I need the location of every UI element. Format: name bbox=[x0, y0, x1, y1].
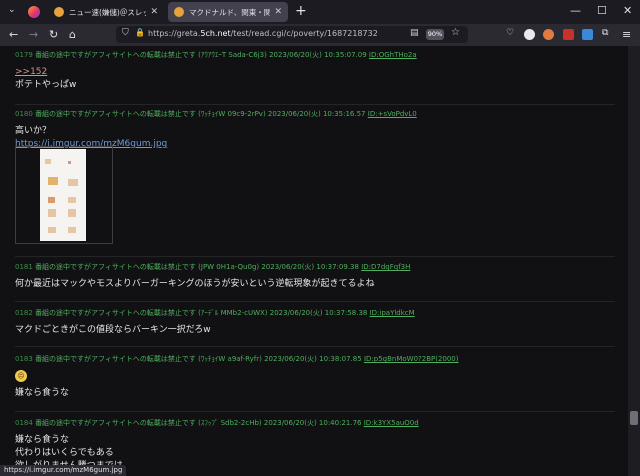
tab-current-thread[interactable]: マクドナルド、関東・関西・愛知で価格差 ✕ bbox=[168, 2, 288, 22]
post-body: 何か最近はマックやモスよりバーガーキングのほうが安いという逆転現象が起きてるよね bbox=[15, 278, 615, 291]
tab-bar: ⌄ ニュー速(嫌儲)＠スレッド一覧 - 5ch ✕ マクドナルド、関東・関西・愛… bbox=[0, 0, 640, 24]
bookmark-star-icon[interactable]: ☆ bbox=[451, 27, 460, 38]
post-text-line: マクドごときがこの値段ならバーキン一択だろw bbox=[15, 325, 211, 335]
emoji-icon: 😣 bbox=[15, 370, 27, 382]
post-body: マクドごときがこの値段ならバーキン一択だろw bbox=[15, 324, 615, 337]
tab-thread-list[interactable]: ニュー速(嫌儲)＠スレッド一覧 - 5ch ✕ bbox=[48, 2, 164, 22]
post-text-line: 代わりはいくらでもある bbox=[15, 448, 114, 458]
zoom-level-badge[interactable]: 90% bbox=[426, 29, 444, 40]
post-header: 0183 番組の途中ですがアフィサイトへの転載は禁止です (ﾜｯﾁｮｲW a9a… bbox=[15, 354, 615, 364]
post-0179: 0179 番組の途中ですがアフィサイトへの転載は禁止です (ｱｳｱｳｴｰT Sa… bbox=[15, 50, 615, 92]
post-id-link[interactable]: ID:p5gBnMoW0?2BP(2000) bbox=[364, 355, 459, 363]
post-header: 0180 番組の途中ですがアフィサイトへの転載は禁止です (ﾜｯﾁｮｲW 09c… bbox=[15, 109, 615, 119]
post-body: >>152 ポテトやっぱw bbox=[15, 66, 615, 92]
url-text[interactable]: https://greta.5ch.net/test/read.cgi/c/po… bbox=[148, 29, 378, 38]
extension-block-icon[interactable] bbox=[524, 29, 535, 40]
shield-icon[interactable]: ⛉ bbox=[122, 28, 129, 38]
post-meta: 番組の途中ですがアフィサイトへの転載は禁止です (ﾜｯﾁｮｲW 09c9-2rP… bbox=[35, 110, 366, 118]
minimize-icon[interactable]: — bbox=[570, 4, 581, 17]
post-text-line: 何か最近はマックやモスよりバーガーキングのほうが安いという逆転現象が起きてるよね bbox=[15, 279, 375, 289]
pocket-icon[interactable]: ♡ bbox=[506, 28, 514, 38]
tab-list-icon[interactable]: ⌄ bbox=[8, 5, 16, 15]
post-id-link[interactable]: ID:+sVoPdvL0 bbox=[368, 110, 417, 118]
post-id-link[interactable]: ID:ipaYldkcM bbox=[370, 309, 415, 317]
post-header: 0179 番組の途中ですがアフィサイトへの転載は禁止です (ｱｳｱｳｴｰT Sa… bbox=[15, 50, 615, 60]
nav-bar: ← → ↻ ⌂ ⛉ 🔒 https://greta.5ch.net/test/r… bbox=[0, 24, 640, 46]
thumbnail-image[interactable] bbox=[40, 149, 86, 241]
extension-cookie-icon[interactable] bbox=[543, 29, 554, 40]
post-text-line: ポテトやっぱw bbox=[15, 80, 77, 90]
post-divider bbox=[15, 301, 615, 302]
close-tab-icon[interactable]: ✕ bbox=[150, 7, 158, 17]
new-tab-button[interactable]: + bbox=[295, 3, 307, 19]
extension-blue-icon[interactable] bbox=[582, 29, 593, 40]
reader-view-icon[interactable]: ▤ bbox=[410, 28, 419, 38]
post-header: 0181 番組の途中ですがアフィサイトへの転載は禁止です (JPW 0H1a-Q… bbox=[15, 262, 615, 272]
post-number[interactable]: 0179 bbox=[15, 51, 33, 59]
status-bar-url: https://i.imgur.com/mzM6gum.jpg bbox=[0, 465, 127, 476]
extensions-puzzle-icon[interactable]: ⧉ bbox=[602, 28, 608, 38]
post-id-link[interactable]: ID:D7dqFqf3H bbox=[361, 263, 410, 271]
post-body: 😣 嫌なら食うな bbox=[15, 370, 615, 400]
maximize-icon[interactable]: ☐ bbox=[597, 4, 607, 17]
post-text-line: 嫌なら食うな bbox=[15, 435, 70, 445]
close-window-icon[interactable]: ✕ bbox=[623, 4, 632, 17]
extension-red-icon[interactable] bbox=[563, 29, 574, 40]
scrollbar-thumb[interactable] bbox=[630, 411, 638, 425]
post-meta: 番組の途中ですがアフィサイトへの転載は禁止です (ｱｰﾃﾞﾙ MMb2-cUWX… bbox=[35, 309, 368, 317]
post-divider bbox=[15, 346, 615, 347]
post-header: 0184 番組の途中ですがアフィサイトへの転載は禁止です (ｽﾌｯﾌﾟ Sdb2… bbox=[15, 418, 615, 428]
menu-icon[interactable]: ≡ bbox=[622, 28, 631, 41]
post-id-link[interactable]: ID:k3YX5auO0d bbox=[364, 419, 419, 427]
post-meta: 番組の途中ですがアフィサイトへの転載は禁止です (JPW 0H1a-Qu0g) … bbox=[35, 263, 359, 271]
post-0182: 0182 番組の途中ですがアフィサイトへの転載は禁止です (ｱｰﾃﾞﾙ MMb2… bbox=[15, 308, 615, 337]
tab-title: ニュー速(嫌儲)＠スレッド一覧 - 5ch bbox=[69, 7, 147, 17]
post-divider bbox=[15, 104, 615, 105]
post-divider bbox=[15, 256, 615, 257]
url-bar[interactable]: ⛉ 🔒 https://greta.5ch.net/test/read.cgi/… bbox=[116, 26, 468, 43]
close-tab-icon[interactable]: ✕ bbox=[274, 7, 282, 17]
forward-button[interactable]: → bbox=[29, 28, 38, 41]
reload-button[interactable]: ↻ bbox=[49, 28, 58, 41]
post-0181: 0181 番組の途中ですがアフィサイトへの転載は禁止です (JPW 0H1a-Q… bbox=[15, 262, 615, 291]
post-number[interactable]: 0184 bbox=[15, 419, 33, 427]
home-icon[interactable]: ⌂ bbox=[69, 28, 76, 41]
lock-icon[interactable]: 🔒 bbox=[135, 28, 145, 37]
scrollbar[interactable] bbox=[628, 46, 640, 476]
page-content: 0179 番組の途中ですがアフィサイトへの転載は禁止です (ｱｳｱｳｴｰT Sa… bbox=[0, 46, 628, 476]
post-id-link[interactable]: ID:OGhTHo2a bbox=[369, 51, 417, 59]
post-0183: 0183 番組の途中ですがアフィサイトへの転載は禁止です (ﾜｯﾁｮｲW a9a… bbox=[15, 354, 615, 400]
post-0180: 0180 番組の途中ですがアフィサイトへの転載は禁止です (ﾜｯﾁｮｲW 09c… bbox=[15, 109, 615, 151]
post-number[interactable]: 0182 bbox=[15, 309, 33, 317]
favicon-icon bbox=[174, 7, 184, 17]
post-text-line: 高いか？ bbox=[15, 126, 52, 136]
post-text-line: 嫌なら食うな bbox=[15, 388, 70, 398]
back-button[interactable]: ← bbox=[9, 28, 18, 41]
image-thumbnail[interactable] bbox=[15, 146, 113, 244]
post-divider bbox=[15, 411, 615, 412]
post-number[interactable]: 0180 bbox=[15, 110, 33, 118]
firefox-logo-icon bbox=[28, 6, 40, 18]
post-meta: 番組の途中ですがアフィサイトへの転載は禁止です (ﾜｯﾁｮｲW a9af-Ryf… bbox=[35, 355, 362, 363]
post-number[interactable]: 0183 bbox=[15, 355, 33, 363]
reply-anchor-link[interactable]: >>152 bbox=[15, 66, 615, 79]
post-meta: 番組の途中ですがアフィサイトへの転載は禁止です (ｽﾌｯﾌﾟ Sdb2-2cHb… bbox=[35, 419, 362, 427]
post-meta: 番組の途中ですがアフィサイトへの転載は禁止です (ｱｳｱｳｴｰT Sada-C6… bbox=[35, 51, 367, 59]
favicon-icon bbox=[54, 7, 64, 17]
post-header: 0182 番組の途中ですがアフィサイトへの転載は禁止です (ｱｰﾃﾞﾙ MMb2… bbox=[15, 308, 615, 318]
tab-title: マクドナルド、関東・関西・愛知で価格差 bbox=[189, 7, 271, 17]
post-number[interactable]: 0181 bbox=[15, 263, 33, 271]
